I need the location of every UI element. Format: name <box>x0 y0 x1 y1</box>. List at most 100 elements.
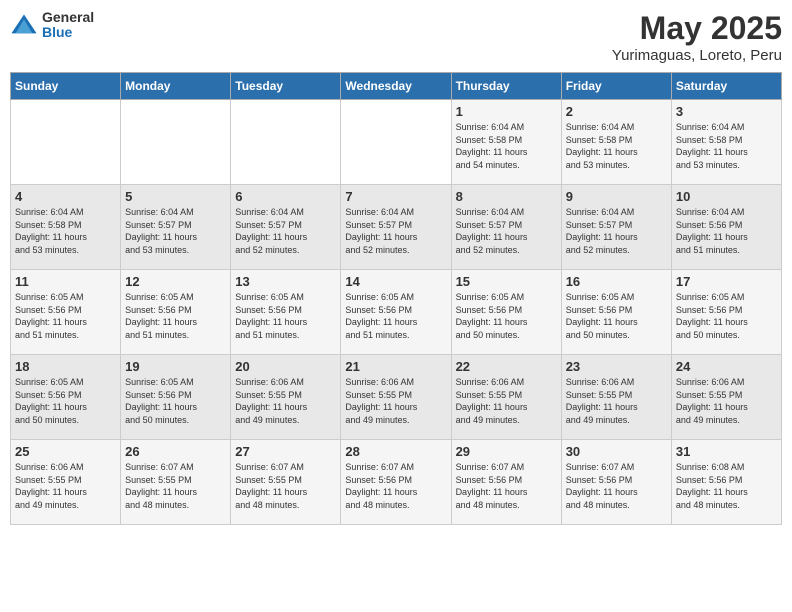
header-thursday: Thursday <box>451 73 561 100</box>
day-info: Sunrise: 6:04 AM Sunset: 5:57 PM Dayligh… <box>235 206 336 256</box>
header-saturday: Saturday <box>671 73 781 100</box>
week-row-4: 18 Sunrise: 6:05 AM Sunset: 5:56 PM Dayli… <box>11 355 782 440</box>
day-info: Sunrise: 6:06 AM Sunset: 5:55 PM Dayligh… <box>676 376 777 426</box>
calendar-cell <box>11 100 121 185</box>
day-info: Sunrise: 6:04 AM Sunset: 5:57 PM Dayligh… <box>345 206 446 256</box>
calendar-cell <box>231 100 341 185</box>
day-number: 17 <box>676 274 777 289</box>
calendar-cell: 18 Sunrise: 6:05 AM Sunset: 5:56 PM Dayli… <box>11 355 121 440</box>
day-info: Sunrise: 6:04 AM Sunset: 5:58 PM Dayligh… <box>566 121 667 171</box>
day-number: 28 <box>345 444 446 459</box>
calendar-cell: 19 Sunrise: 6:05 AM Sunset: 5:56 PM Dayli… <box>121 355 231 440</box>
calendar-table: SundayMondayTuesdayWednesdayThursdayFrid… <box>10 72 782 525</box>
calendar-cell: 17Sunrise: 6:05 AM Sunset: 5:56 PM Dayli… <box>671 270 781 355</box>
calendar-cell: 5 Sunrise: 6:04 AM Sunset: 5:57 PM Daylig… <box>121 185 231 270</box>
calendar-cell: 8Sunrise: 6:04 AM Sunset: 5:57 PM Daylig… <box>451 185 561 270</box>
subtitle: Yurimaguas, Loreto, Peru <box>612 47 782 64</box>
day-number: 10 <box>676 189 777 204</box>
calendar-cell: 3 Sunrise: 6:04 AM Sunset: 5:58 PM Daylig… <box>671 100 781 185</box>
logo: General Blue <box>10 10 94 41</box>
calendar-cell: 7 Sunrise: 6:04 AM Sunset: 5:57 PM Daylig… <box>341 185 451 270</box>
day-number: 30 <box>566 444 667 459</box>
calendar-cell: 13Sunrise: 6:05 AM Sunset: 5:56 PM Dayli… <box>231 270 341 355</box>
day-info: Sunrise: 6:04 AM Sunset: 5:57 PM Dayligh… <box>456 206 557 256</box>
day-number: 23 <box>566 359 667 374</box>
header-tuesday: Tuesday <box>231 73 341 100</box>
day-number: 22 <box>456 359 557 374</box>
day-info: Sunrise: 6:05 AM Sunset: 5:56 PM Dayligh… <box>125 291 226 341</box>
header-sunday: Sunday <box>11 73 121 100</box>
calendar-cell: 26Sunrise: 6:07 AM Sunset: 5:55 PM Dayli… <box>121 440 231 525</box>
week-row-2: 4 Sunrise: 6:04 AM Sunset: 5:58 PM Daylig… <box>11 185 782 270</box>
week-row-5: 25Sunrise: 6:06 AM Sunset: 5:55 PM Dayli… <box>11 440 782 525</box>
day-info: Sunrise: 6:08 AM Sunset: 5:56 PM Dayligh… <box>676 461 777 511</box>
page-header: General Blue May 2025 Yurimaguas, Loreto… <box>10 10 782 64</box>
day-number: 4 <box>15 189 116 204</box>
day-number: 24 <box>676 359 777 374</box>
day-number: 5 <box>125 189 226 204</box>
day-info: Sunrise: 6:05 AM Sunset: 5:56 PM Dayligh… <box>15 376 116 426</box>
day-info: Sunrise: 6:05 AM Sunset: 5:56 PM Dayligh… <box>125 376 226 426</box>
day-number: 7 <box>345 189 446 204</box>
day-number: 21 <box>345 359 446 374</box>
day-number: 9 <box>566 189 667 204</box>
day-number: 15 <box>456 274 557 289</box>
calendar-cell: 16Sunrise: 6:05 AM Sunset: 5:56 PM Dayli… <box>561 270 671 355</box>
day-number: 6 <box>235 189 336 204</box>
logo-text: General Blue <box>42 10 94 41</box>
day-info: Sunrise: 6:07 AM Sunset: 5:56 PM Dayligh… <box>345 461 446 511</box>
calendar-cell: 2 Sunrise: 6:04 AM Sunset: 5:58 PM Daylig… <box>561 100 671 185</box>
header-wednesday: Wednesday <box>341 73 451 100</box>
calendar-header: SundayMondayTuesdayWednesdayThursdayFrid… <box>11 73 782 100</box>
week-row-3: 11 Sunrise: 6:05 AM Sunset: 5:56 PM Dayli… <box>11 270 782 355</box>
calendar-cell: 23 Sunrise: 6:06 AM Sunset: 5:55 PM Dayli… <box>561 355 671 440</box>
day-info: Sunrise: 6:04 AM Sunset: 5:57 PM Dayligh… <box>566 206 667 256</box>
calendar-cell <box>121 100 231 185</box>
day-info: Sunrise: 6:04 AM Sunset: 5:58 PM Dayligh… <box>676 121 777 171</box>
day-info: Sunrise: 6:05 AM Sunset: 5:56 PM Dayligh… <box>235 291 336 341</box>
day-number: 29 <box>456 444 557 459</box>
header-friday: Friday <box>561 73 671 100</box>
week-row-1: 1 Sunrise: 6:04 AM Sunset: 5:58 PM Daylig… <box>11 100 782 185</box>
day-number: 19 <box>125 359 226 374</box>
calendar-cell: 12Sunrise: 6:05 AM Sunset: 5:56 PM Dayli… <box>121 270 231 355</box>
calendar-cell: 4 Sunrise: 6:04 AM Sunset: 5:58 PM Daylig… <box>11 185 121 270</box>
day-info: Sunrise: 6:06 AM Sunset: 5:55 PM Dayligh… <box>456 376 557 426</box>
main-title: May 2025 <box>612 10 782 47</box>
day-number: 18 <box>15 359 116 374</box>
calendar-cell: 21 Sunrise: 6:06 AM Sunset: 5:55 PM Dayli… <box>341 355 451 440</box>
calendar-cell: 30Sunrise: 6:07 AM Sunset: 5:56 PM Dayli… <box>561 440 671 525</box>
day-info: Sunrise: 6:06 AM Sunset: 5:55 PM Dayligh… <box>566 376 667 426</box>
day-info: Sunrise: 6:05 AM Sunset: 5:56 PM Dayligh… <box>15 291 116 341</box>
day-info: Sunrise: 6:04 AM Sunset: 5:56 PM Dayligh… <box>676 206 777 256</box>
day-info: Sunrise: 6:07 AM Sunset: 5:55 PM Dayligh… <box>235 461 336 511</box>
day-info: Sunrise: 6:05 AM Sunset: 5:56 PM Dayligh… <box>456 291 557 341</box>
logo-icon <box>10 11 38 39</box>
day-number: 25 <box>15 444 116 459</box>
day-info: Sunrise: 6:04 AM Sunset: 5:58 PM Dayligh… <box>15 206 116 256</box>
calendar-cell: 27Sunrise: 6:07 AM Sunset: 5:55 PM Dayli… <box>231 440 341 525</box>
calendar-cell: 24 Sunrise: 6:06 AM Sunset: 5:55 PM Dayli… <box>671 355 781 440</box>
day-number: 31 <box>676 444 777 459</box>
calendar-cell: 6 Sunrise: 6:04 AM Sunset: 5:57 PM Daylig… <box>231 185 341 270</box>
day-number: 11 <box>15 274 116 289</box>
header-row: SundayMondayTuesdayWednesdayThursdayFrid… <box>11 73 782 100</box>
day-number: 20 <box>235 359 336 374</box>
calendar-cell: 29Sunrise: 6:07 AM Sunset: 5:56 PM Dayli… <box>451 440 561 525</box>
day-number: 3 <box>676 104 777 119</box>
day-info: Sunrise: 6:04 AM Sunset: 5:58 PM Dayligh… <box>456 121 557 171</box>
day-number: 26 <box>125 444 226 459</box>
calendar-cell: 14Sunrise: 6:05 AM Sunset: 5:56 PM Dayli… <box>341 270 451 355</box>
calendar-cell: 28 Sunrise: 6:07 AM Sunset: 5:56 PM Dayli… <box>341 440 451 525</box>
day-info: Sunrise: 6:04 AM Sunset: 5:57 PM Dayligh… <box>125 206 226 256</box>
day-number: 2 <box>566 104 667 119</box>
day-info: Sunrise: 6:06 AM Sunset: 5:55 PM Dayligh… <box>345 376 446 426</box>
calendar-cell: 10 Sunrise: 6:04 AM Sunset: 5:56 PM Dayli… <box>671 185 781 270</box>
calendar-cell: 20Sunrise: 6:06 AM Sunset: 5:55 PM Dayli… <box>231 355 341 440</box>
calendar-cell: 25Sunrise: 6:06 AM Sunset: 5:55 PM Dayli… <box>11 440 121 525</box>
day-number: 14 <box>345 274 446 289</box>
calendar-cell: 9 Sunrise: 6:04 AM Sunset: 5:57 PM Daylig… <box>561 185 671 270</box>
day-number: 1 <box>456 104 557 119</box>
calendar-cell: 11 Sunrise: 6:05 AM Sunset: 5:56 PM Dayli… <box>11 270 121 355</box>
day-number: 16 <box>566 274 667 289</box>
